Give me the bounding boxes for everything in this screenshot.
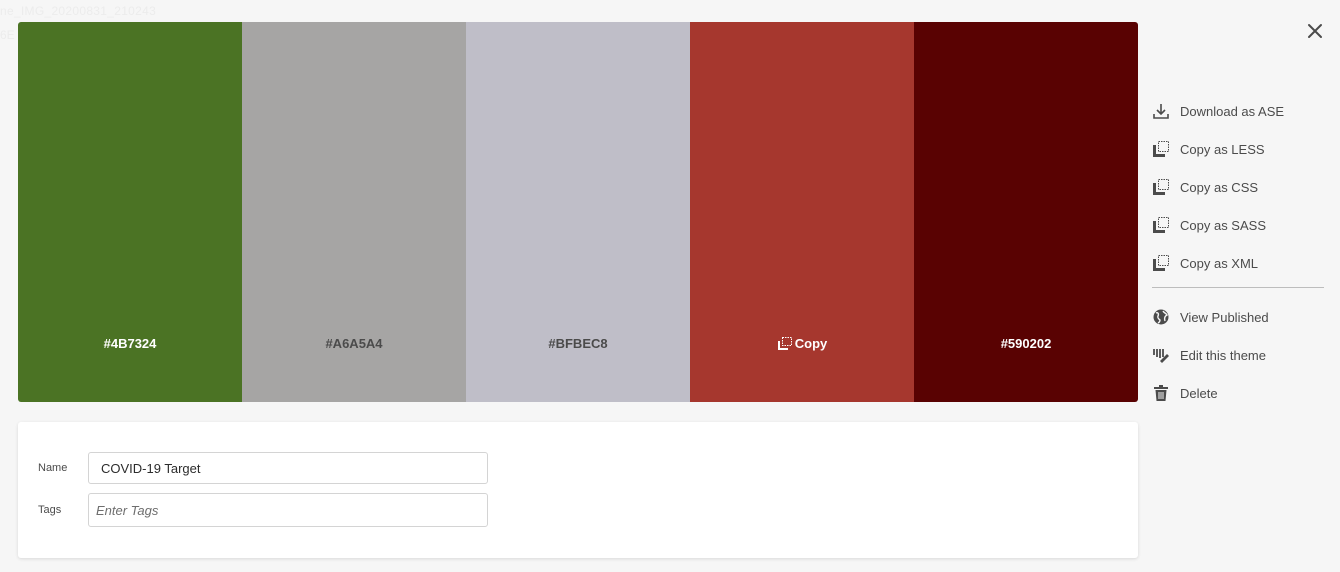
- swatch-hex-label[interactable]: #A6A5A4: [242, 336, 466, 351]
- theme-details-form: Name Tags: [18, 422, 1138, 558]
- view-published-button[interactable]: View Published: [1152, 298, 1324, 336]
- name-label: Name: [38, 462, 68, 474]
- delete-button[interactable]: Delete: [1152, 374, 1324, 412]
- trash-icon: [1154, 385, 1168, 401]
- menu-label: Edit this theme: [1180, 347, 1266, 363]
- copy-as-sass-button[interactable]: Copy as SASS: [1152, 206, 1324, 244]
- edit-theme-icon: [1153, 349, 1169, 363]
- menu-label: Copy as CSS: [1180, 179, 1259, 195]
- swatch-2[interactable]: #A6A5A4: [242, 22, 466, 402]
- menu-label: Copy as LESS: [1180, 141, 1265, 157]
- tags-label: Tags: [38, 504, 62, 516]
- copy-as-css-button[interactable]: Copy as CSS: [1152, 168, 1324, 206]
- copy-icon: [1153, 141, 1169, 157]
- name-row: Name: [38, 452, 488, 484]
- theme-actions-menu: Download as ASE Copy as LESS Copy as CSS…: [1152, 92, 1324, 412]
- swatch-hex-label[interactable]: #4B7324: [18, 336, 242, 351]
- menu-label: Download as ASE: [1180, 103, 1285, 119]
- download-icon: [1153, 104, 1169, 119]
- swatch-hex-label[interactable]: #BFBEC8: [466, 336, 690, 351]
- background-text: 6E: [0, 28, 15, 42]
- swatch-4[interactable]: Copy: [690, 22, 914, 402]
- copy-label: Copy: [794, 336, 828, 351]
- background-filename-text: ne_IMG_20200831_210243: [0, 4, 157, 18]
- copy-icon: [1153, 255, 1169, 271]
- swatch-hex-label[interactable]: #590202: [914, 336, 1138, 351]
- tags-input[interactable]: [88, 493, 488, 527]
- copy-color-button[interactable]: Copy: [690, 336, 914, 351]
- copy-icon: [777, 336, 792, 350]
- menu-label: Delete: [1180, 385, 1218, 401]
- color-palette: #4B7324 #A6A5A4 #BFBEC8 Copy #590202: [18, 22, 1138, 402]
- swatch-3[interactable]: #BFBEC8: [466, 22, 690, 402]
- swatch-1[interactable]: #4B7324: [18, 22, 242, 402]
- swatch-5[interactable]: #590202: [914, 22, 1138, 402]
- menu-label: Copy as SASS: [1180, 217, 1266, 233]
- download-ase-button[interactable]: Download as ASE: [1152, 92, 1324, 130]
- copy-icon: [1153, 217, 1169, 233]
- copy-as-less-button[interactable]: Copy as LESS: [1152, 130, 1324, 168]
- copy-icon: [1153, 179, 1169, 195]
- globe-icon: [1153, 309, 1169, 325]
- theme-name-input[interactable]: [88, 452, 488, 484]
- tags-row: Tags: [38, 493, 488, 527]
- close-icon[interactable]: [1306, 22, 1324, 40]
- edit-theme-button[interactable]: Edit this theme: [1152, 336, 1324, 374]
- menu-label: Copy as XML: [1180, 255, 1259, 271]
- menu-label: View Published: [1180, 309, 1269, 325]
- menu-divider: [1152, 287, 1324, 288]
- copy-as-xml-button[interactable]: Copy as XML: [1152, 244, 1324, 282]
